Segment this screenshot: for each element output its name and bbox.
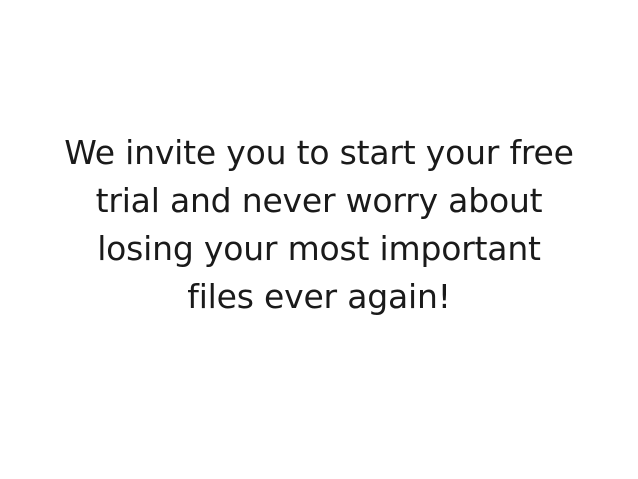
message-line-2: trial and never worry about bbox=[95, 181, 543, 220]
message-line-3: losing your most important bbox=[97, 229, 541, 268]
message-line-4: files ever again! bbox=[187, 277, 451, 316]
slide-canvas: We invite you to start your free trial a… bbox=[0, 0, 638, 479]
message-line-1: We invite you to start your free bbox=[64, 133, 574, 172]
invitation-message: We invite you to start your free trial a… bbox=[30, 129, 608, 321]
